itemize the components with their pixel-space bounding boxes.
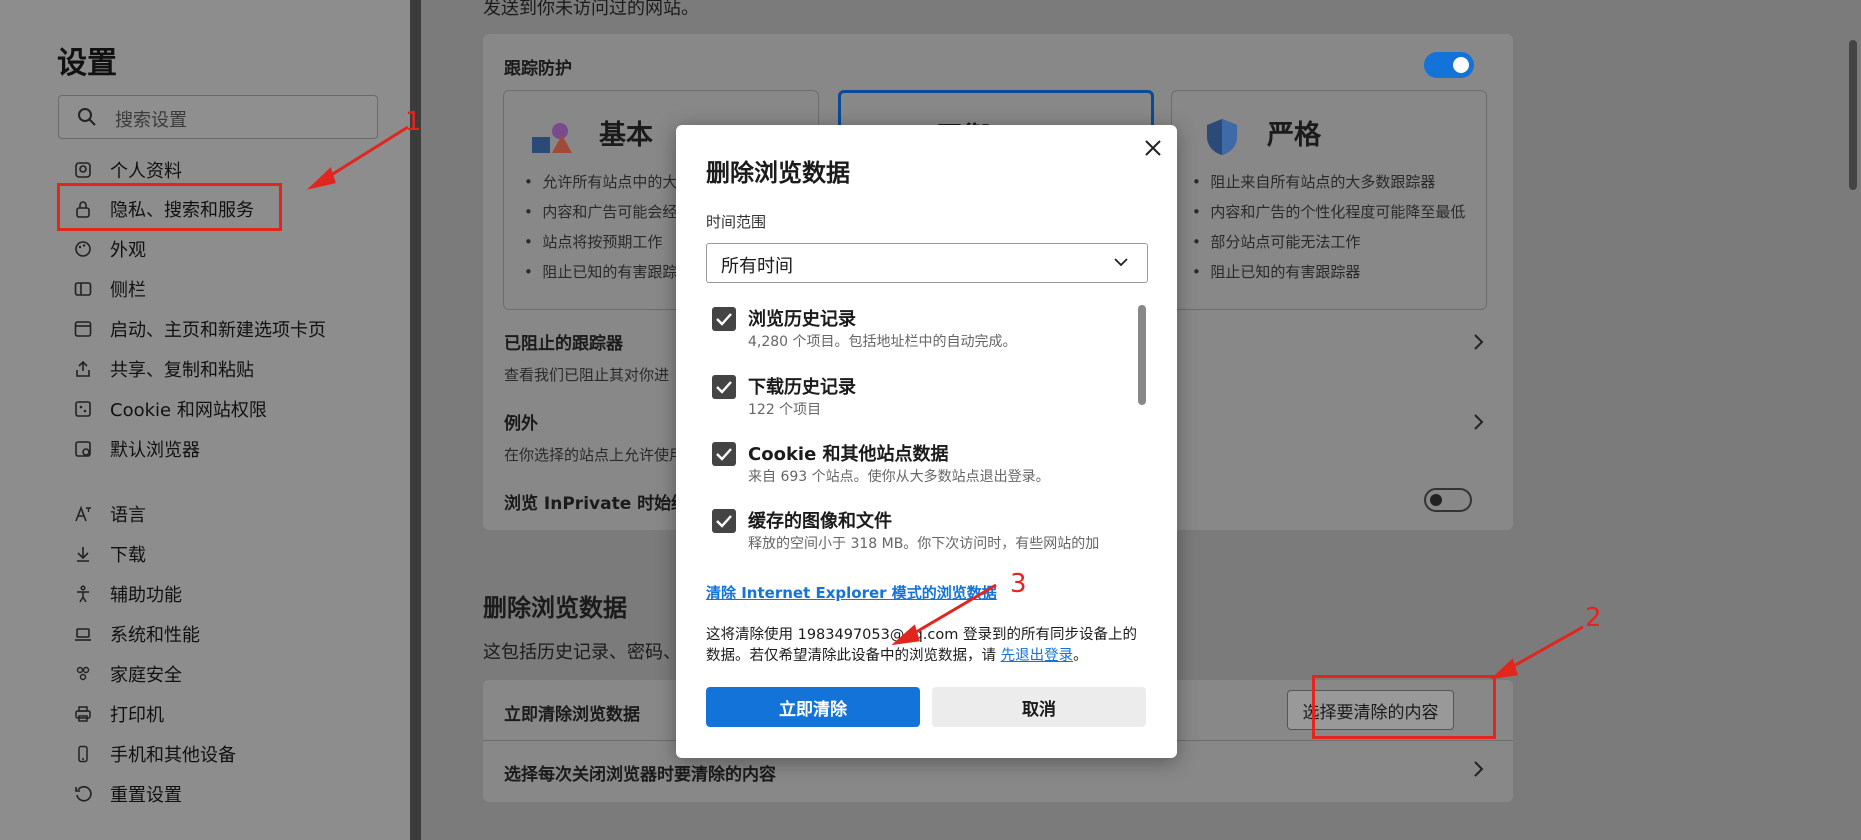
annotation-number-1: 1 (405, 107, 422, 137)
annotation-number-3: 3 (1010, 569, 1027, 599)
annotation-arrowhead-1 (306, 167, 336, 190)
annotation-number-2: 2 (1585, 603, 1602, 633)
annotation-arrow-2 (1502, 625, 1584, 674)
annotation-arrowhead-3 (891, 624, 920, 646)
annotation-arrowhead-2 (1490, 658, 1518, 680)
annotation-overlay: 1 2 3 (306, 107, 1602, 680)
annotation-arrow-1 (319, 125, 409, 184)
annotation-arrow-3 (905, 583, 997, 640)
